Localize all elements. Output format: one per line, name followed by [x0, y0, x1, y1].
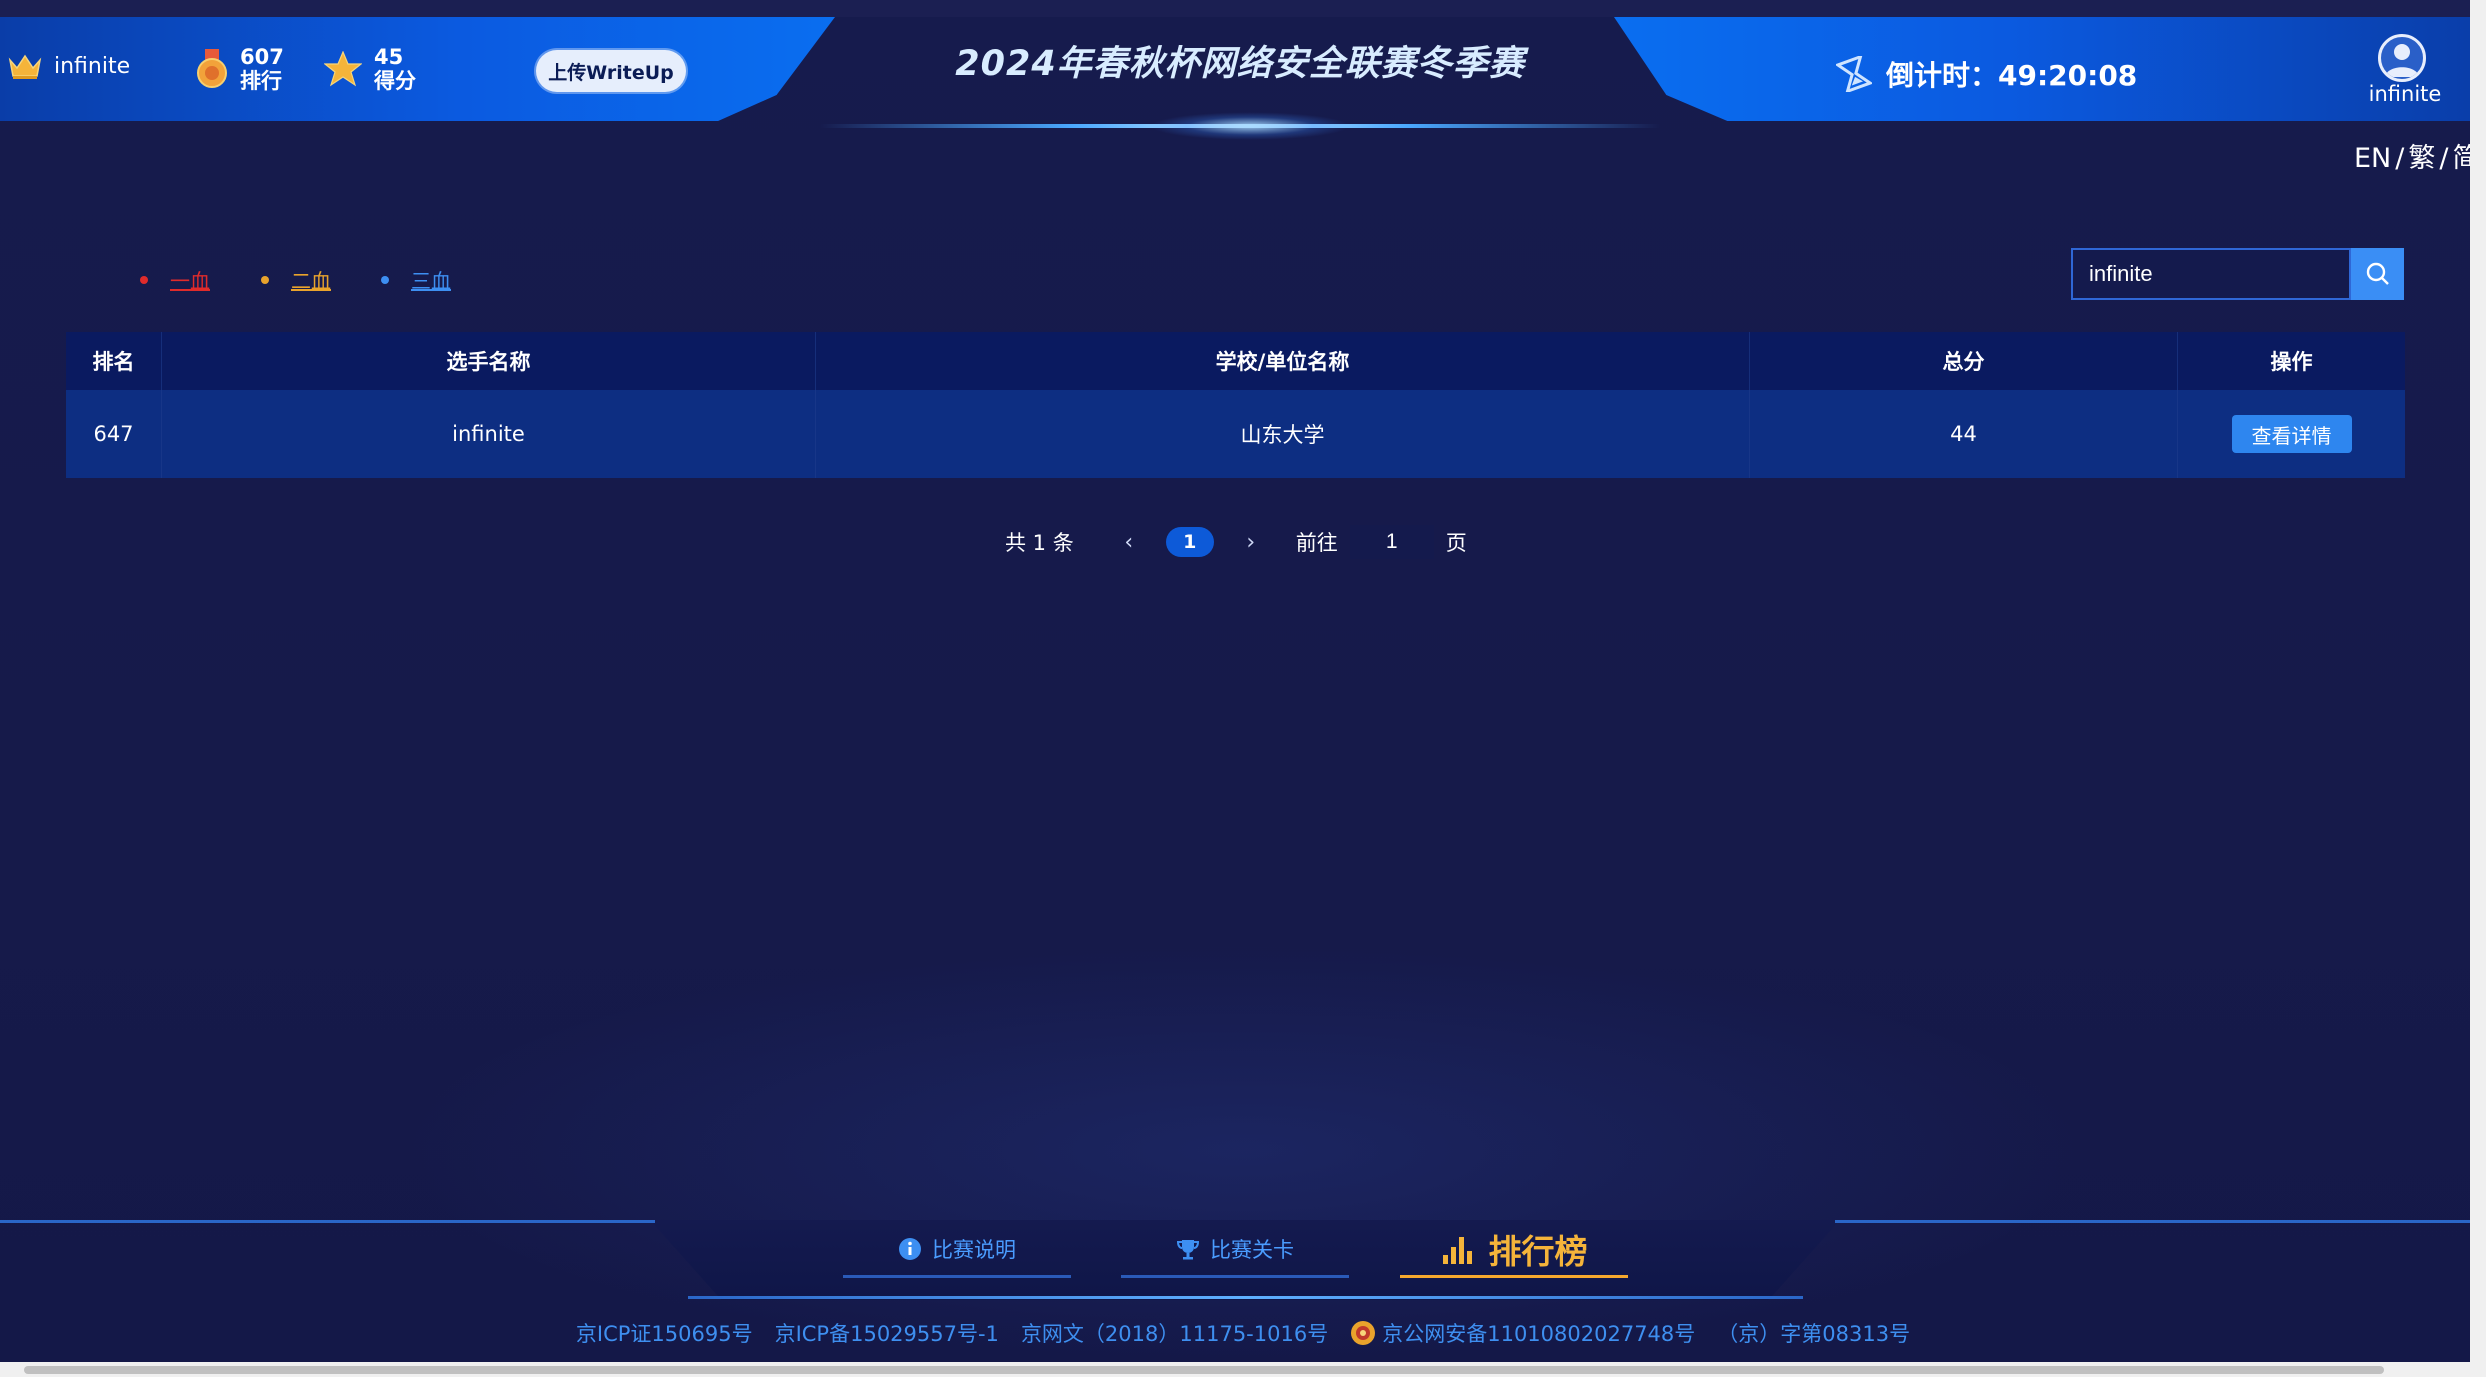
header-score: 总分 [1750, 332, 2178, 390]
page-number-current[interactable]: 1 [1165, 527, 1214, 557]
legend-second-blood: 二血 [261, 265, 331, 294]
star-icon [324, 51, 362, 87]
nav-contest-info[interactable]: 比赛说明 [843, 1223, 1071, 1278]
page-title: 2024年春秋杯网络安全联赛冬季赛 [955, 44, 1525, 84]
header-glow [1150, 112, 1350, 140]
countdown: 倒计时：49:20:08 [1836, 54, 2137, 94]
header-user-name: infinite [54, 53, 131, 79]
pagination-total: 共 1 条 [1005, 531, 1074, 555]
police-badge-icon [1351, 1321, 1376, 1345]
footer-police-record[interactable]: 京公网安备11010802027748号 [1382, 1318, 1695, 1348]
lang-traditional[interactable]: 繁 [2408, 143, 2435, 174]
header-rank: 排名 [66, 332, 162, 390]
upload-writeup-button[interactable]: 上传WriteUp [536, 50, 686, 92]
score-label: 得分 [374, 69, 416, 93]
footer-police-record-wrap: 京公网安备11010802027748号 [1350, 1318, 1695, 1348]
score-value: 45 [374, 45, 404, 69]
footer-icp-license[interactable]: 京ICP证150695号 [576, 1318, 753, 1348]
view-details-button[interactable]: 查看详情 [2231, 415, 2352, 453]
blue-dot-icon [381, 275, 389, 284]
nav-leaderboard-label: 排行榜 [1488, 1232, 1588, 1271]
user-icon [2385, 44, 2419, 77]
cell-school: 山东大学 [816, 390, 1750, 478]
header-user: infinite [8, 52, 130, 80]
nav-contest-levels-label: 比赛关卡 [1210, 1238, 1294, 1262]
goto-label: 前往 [1295, 531, 1338, 555]
crown-icon [8, 54, 42, 79]
search-button[interactable] [2351, 248, 2404, 300]
top-strip [0, 0, 2486, 17]
search-input[interactable] [2071, 248, 2351, 300]
table-row: 647 infinite 山东大学 44 查看详情 [66, 390, 2405, 478]
footer: 京ICP证150695号 京ICP备15029557号-1 京网文（2018）1… [0, 1318, 2486, 1348]
score-stat: 45 得分 [324, 45, 416, 93]
hourglass-icon [1836, 56, 1872, 92]
table-header: 排名 选手名称 学校/单位名称 总分 操作 [66, 332, 2405, 390]
bottom-nav-line-right [1835, 1220, 2486, 1223]
trophy-icon [1176, 1240, 1200, 1260]
lang-en[interactable]: EN [2354, 143, 2391, 174]
nav-contest-info-label: 比赛说明 [932, 1238, 1016, 1262]
legend-first-blood: 一血 [140, 265, 210, 294]
avatar-name[interactable]: infinite [2360, 82, 2450, 106]
legend-first-label: 一血 [170, 269, 210, 293]
bar-chart-icon [1442, 1237, 1472, 1264]
horizontal-scrollbar-thumb[interactable] [24, 1366, 2384, 1374]
footer-publishing-license[interactable]: （京）字第08313号 [1717, 1318, 1910, 1348]
orange-dot-icon [261, 275, 269, 284]
header-action: 操作 [2270, 350, 2313, 374]
legend-second-label: 二血 [291, 269, 331, 293]
prev-page-icon[interactable]: ‹ [1114, 530, 1144, 555]
next-page-icon[interactable]: › [1236, 530, 1266, 555]
nav-contest-levels[interactable]: 比赛关卡 [1121, 1223, 1349, 1278]
legend-third-blood: 三血 [381, 265, 451, 294]
red-dot-icon [140, 275, 148, 284]
search-icon [2366, 262, 2389, 285]
bottom-nav-line-left [0, 1220, 655, 1223]
header-school: 学校/单位名称 [816, 332, 1750, 390]
legend-third-label: 三血 [411, 269, 451, 293]
language-switcher: EN / 繁 / 简 [2354, 143, 2480, 174]
header-player: 选手名称 [162, 332, 816, 390]
countdown-text: 倒计时：49:20:08 [1886, 59, 2138, 92]
cell-action: 查看详情 [2178, 390, 2405, 478]
goto-page-input[interactable] [1349, 525, 1434, 559]
cell-rank: 647 [66, 390, 162, 478]
page-label: 页 [1445, 531, 1467, 555]
page-background [0, 0, 2486, 1377]
pagination: 共 1 条 ‹ 1 › 前往 页 [1005, 525, 1467, 559]
rank-label: 排行 [240, 69, 282, 93]
info-icon [899, 1238, 921, 1260]
avatar[interactable] [2378, 34, 2426, 82]
bottom-nav-line [688, 1296, 1803, 1299]
footer-culture-license[interactable]: 京网文（2018）11175-1016号 [1021, 1318, 1328, 1348]
cell-player: infinite [162, 390, 816, 478]
vertical-scrollbar[interactable] [2470, 0, 2486, 1362]
medal-icon [197, 49, 227, 88]
rank-value: 607 [240, 45, 284, 69]
nav-leaderboard[interactable]: 排行榜 [1400, 1223, 1628, 1278]
cell-score: 44 [1750, 390, 2178, 478]
footer-icp-record[interactable]: 京ICP备15029557号-1 [775, 1318, 999, 1348]
rank-stat: 607 排行 [196, 45, 284, 93]
leaderboard-table: 排名 选手名称 学校/单位名称 总分 操作 647 infinite 山东大学 … [66, 332, 2405, 478]
